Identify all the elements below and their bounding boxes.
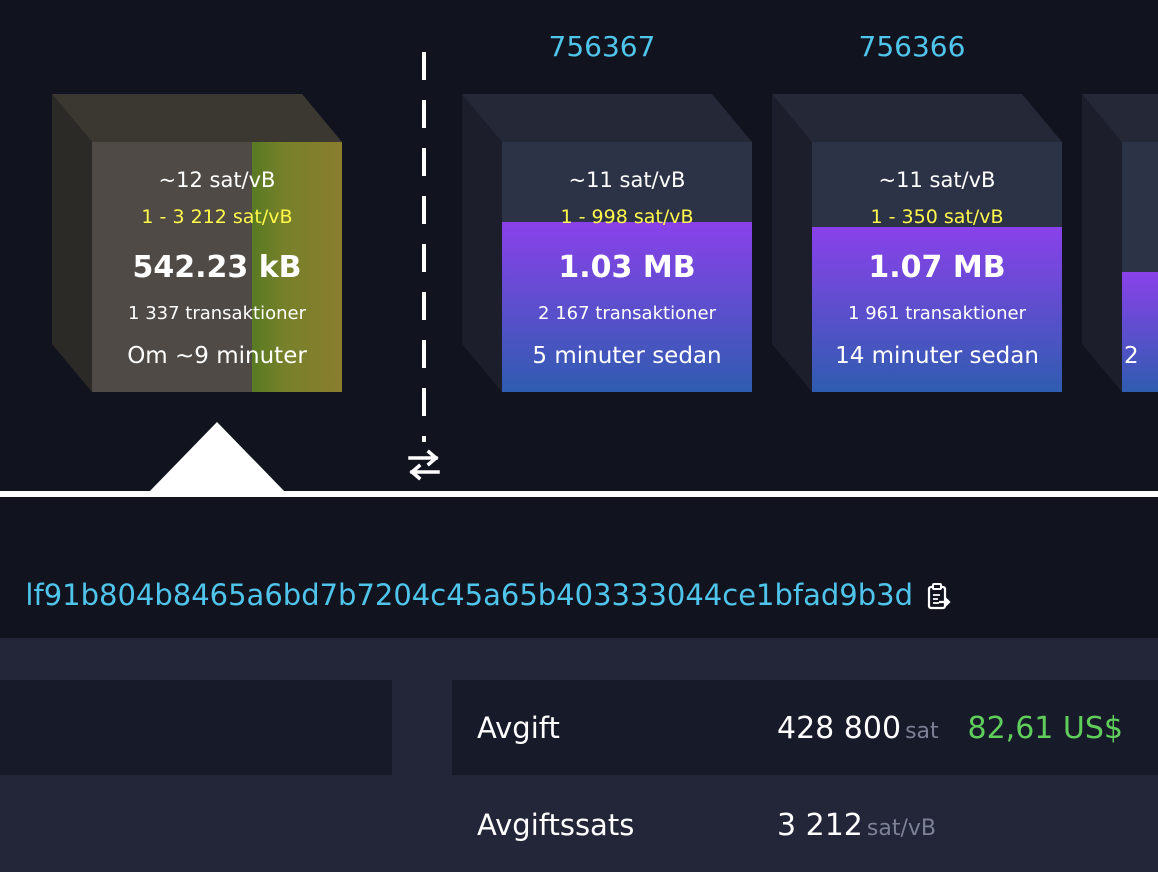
mempool-block[interactable]: ~12 sat/vB 1 - 3 212 sat/vB 542.23 kB 1 …: [52, 94, 342, 392]
block-time-ago: 2: [1124, 343, 1139, 369]
fee-fiat-value: 82,61 US$: [967, 711, 1123, 746]
block-size: 1.03 MB: [558, 250, 696, 285]
block-median-fee: ~11 sat/vB: [878, 168, 996, 192]
mined-block-partial-clip: 2: [1082, 94, 1158, 392]
clipboard-copy-icon[interactable]: [926, 582, 952, 612]
block-tx-count: 2 167 transaktioner: [538, 303, 716, 324]
mempool-block-size: 542.23 kB: [132, 250, 302, 285]
mined-block[interactable]: 2: [1082, 94, 1158, 392]
details-left-panel: [0, 680, 392, 775]
fee-label: Avgift: [477, 711, 560, 745]
block-size: 1.07 MB: [868, 250, 1006, 285]
block-height-link[interactable]: 756367: [477, 30, 727, 63]
mempool-fee-range: 1 - 3 212 sat/vB: [141, 206, 293, 228]
fee-rate-label: Avgiftssats: [477, 808, 635, 842]
block-time-ago: 14 minuter sedan: [835, 343, 1039, 369]
transaction-id-link[interactable]: lf91b804b8465a6bd7b7204c45a65b403333044c…: [25, 578, 913, 612]
mined-block[interactable]: ~11 sat/vB 1 - 350 sat/vB 1.07 MB 1 961 …: [772, 94, 1062, 392]
fee-rate-unit: sat/vB: [866, 816, 936, 841]
block-tx-count: 1 961 transaktioner: [848, 303, 1026, 324]
mempool-eta: Om ~9 minuter: [127, 343, 307, 369]
block-fee-range: 1 - 998 sat/vB: [560, 206, 694, 228]
fee-row: Avgift 428 800 sat 82,61 US$: [452, 680, 1158, 775]
transaction-header: lf91b804b8465a6bd7b7204c45a65b403333044c…: [0, 570, 1158, 630]
blockchain-baseline: [0, 491, 1158, 497]
block-time-ago: 5 minuter sedan: [532, 343, 722, 369]
mempool-page: ~12 sat/vB 1 - 3 212 sat/vB 542.23 kB 1 …: [0, 0, 1158, 872]
mempool-tx-count: 1 337 transaktioner: [128, 303, 306, 324]
fee-value: 428 800 sat: [777, 711, 939, 746]
transaction-details: Avgift 428 800 sat 82,61 US$ Avgiftssats …: [0, 638, 1158, 872]
block-height-link[interactable]: 756366: [787, 30, 1037, 63]
block-median-fee: ~11 sat/vB: [568, 168, 686, 192]
fee-rate-row: Avgiftssats 3 212 sat/vB: [452, 775, 1158, 872]
block-fee-range: 1 - 350 sat/vB: [870, 206, 1004, 228]
fee-rate-value: 3 212 sat/vB: [777, 808, 936, 843]
selected-block-pointer: [147, 422, 287, 494]
blockchain-blocks: ~12 sat/vB 1 - 3 212 sat/vB 542.23 kB 1 …: [0, 0, 1158, 497]
fee-unit: sat: [905, 719, 939, 744]
mempool-chain-divider: [422, 52, 426, 442]
mempool-median-fee: ~12 sat/vB: [158, 168, 276, 192]
swap-arrows-icon[interactable]: [404, 445, 444, 485]
mined-block[interactable]: ~11 sat/vB 1 - 998 sat/vB 1.03 MB 2 167 …: [462, 94, 752, 392]
